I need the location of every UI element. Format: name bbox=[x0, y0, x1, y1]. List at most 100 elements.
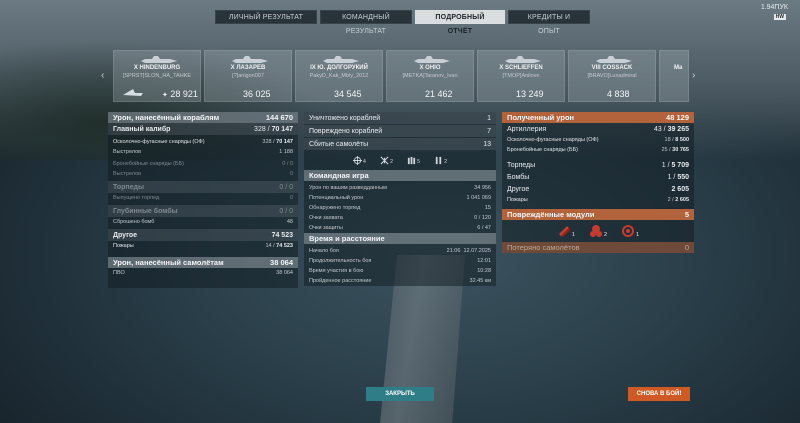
row-value-damage: 2 605 bbox=[675, 197, 689, 203]
ap-shots-row: Выстрелов 0 bbox=[108, 169, 298, 179]
ship-damage: 4 838 bbox=[607, 89, 630, 99]
row-value: 1 bbox=[487, 114, 491, 122]
ship-card[interactable]: X OHIO [METKA]Taranov_Ivan 21 462 bbox=[386, 50, 474, 102]
row-value-hits: 328 bbox=[262, 139, 272, 145]
battle-duration-row: Продолжительность боя 12:01 bbox=[304, 256, 496, 266]
row-value: 38 064 bbox=[276, 270, 293, 276]
row-label: Глубинные бомбы bbox=[113, 207, 178, 215]
ship-damage-value: 28 921 bbox=[170, 89, 198, 99]
battle-start-row: Начало боя 21:06 12.07.2025 bbox=[304, 246, 496, 256]
row-value: 0 / 0 bbox=[282, 161, 293, 167]
bomber-group: 2 bbox=[380, 156, 393, 165]
ship-card[interactable]: X ЛАЗАРЕВ [?]anigon007 36 025 bbox=[204, 50, 292, 102]
damage-icon: ✦ bbox=[162, 92, 168, 99]
row-label: Урон по вашим разведданным bbox=[309, 185, 387, 191]
ship-damage: 36 025 bbox=[243, 89, 271, 99]
tab-team-result[interactable]: КОМАНДНЫЙ РЕЗУЛЬТАТ bbox=[320, 10, 412, 35]
bomber-icon bbox=[380, 156, 389, 164]
row-label: Время участия в бою bbox=[309, 268, 364, 274]
row-value: 10:28 bbox=[477, 268, 491, 274]
ship-player: [BRAVO]Lunadmiral bbox=[587, 73, 637, 79]
row-label: Выстрелов bbox=[113, 171, 142, 177]
row-label: Выстрелов bbox=[113, 149, 142, 155]
row-value: 34 956 bbox=[474, 185, 491, 191]
battle-again-button-label: СНОВА В БОЙ! bbox=[636, 391, 682, 397]
ship-silhouette-icon bbox=[505, 56, 541, 63]
fighter-group: 4 bbox=[352, 155, 366, 165]
turret-icon bbox=[589, 225, 602, 237]
row-label: Начало боя bbox=[309, 248, 339, 254]
row-value: 0 / 0 bbox=[279, 183, 293, 191]
row-label: Очки захвата bbox=[309, 215, 343, 221]
bombs-dropped-row: Сброшено бомб 48 bbox=[108, 217, 298, 227]
row-value-damage: 5 709 bbox=[671, 161, 689, 169]
row-label: Сброшено бомб bbox=[113, 219, 155, 225]
ship-silhouette-icon bbox=[414, 56, 450, 63]
row-label: Сбитые самолёты bbox=[309, 140, 369, 148]
ships-prev-arrow[interactable]: ‹ bbox=[101, 70, 104, 81]
defense-points-row: Очки защиты 6 / 47 bbox=[304, 223, 496, 233]
ship-damage-value: 13 249 bbox=[516, 89, 544, 99]
he-shots-row: Выстрелов 1 188 bbox=[108, 147, 298, 157]
row-value-damage: 70 147 bbox=[271, 125, 293, 133]
ship-card[interactable]: IX Ю. ДОЛГОРУКИЙ PakyD_Kak_Mbly_2012 34 … bbox=[295, 50, 383, 102]
row-label: Артиллерия bbox=[507, 125, 547, 133]
ships-next-arrow[interactable]: › bbox=[692, 70, 695, 81]
ship-player: [?]anigon007 bbox=[232, 73, 264, 79]
fighter-icon bbox=[352, 155, 362, 165]
artillery-row: Артиллерия 43 / 39 265 bbox=[507, 125, 689, 133]
steering-icon bbox=[622, 225, 635, 237]
row-value-damage: 30 765 bbox=[672, 147, 689, 153]
battle-again-button[interactable]: СНОВА В БОЙ! bbox=[628, 387, 690, 401]
row-value: 6 / 47 bbox=[477, 225, 491, 231]
row-label: Очки защиты bbox=[309, 225, 343, 231]
distance-row: Пройденное расстояние 32.45 км bbox=[304, 276, 496, 286]
row-value-damage: 70 147 bbox=[276, 139, 293, 145]
row-value: 1 188 bbox=[279, 149, 293, 155]
ship-card[interactable]: Ma bbox=[659, 50, 689, 102]
tab-detailed-report[interactable]: ПОДРОБНЫЙ ОТЧЁТ bbox=[415, 10, 505, 35]
row-label: ПВО bbox=[113, 270, 125, 276]
participation-row: Время участия в бою 10:28 bbox=[304, 266, 496, 276]
close-button-label: ЗАКРЫТЬ bbox=[385, 391, 415, 397]
combat-summary-panel: Уничтожено кораблей 1 Повреждено корабле… bbox=[304, 112, 496, 286]
row-label: Пожары bbox=[113, 243, 134, 249]
torpedoes-row: Торпеды 0 / 0 bbox=[108, 181, 298, 193]
depth-charges-row: Глубинные бомбы 0 / 0 bbox=[108, 205, 298, 217]
destroyed-row: Уничтожено кораблей 1 bbox=[304, 112, 496, 124]
other-damage-row: Другое 74 523 bbox=[108, 229, 298, 241]
bombs-received-row: Бомбы 1 / 550 bbox=[507, 173, 689, 181]
ship-name: X OHIO bbox=[419, 65, 441, 71]
attack-aircraft-group: 2 bbox=[434, 156, 447, 165]
tab-personal-result[interactable]: ЛИЧНЫЙ РЕЗУЛЬТАТ bbox=[215, 10, 317, 24]
row-value: 0 bbox=[289, 195, 293, 201]
other-received-row: Другое 2 605 bbox=[502, 183, 694, 195]
row-label: Осколочно-фугасные снаряды (ОФ) bbox=[507, 137, 599, 143]
tab-credits-xp[interactable]: КРЕДИТЫ И ОПЫТ bbox=[508, 10, 590, 35]
bomber-count: 2 bbox=[389, 158, 393, 165]
ship-card[interactable]: X HINDENBURG [SPRST]SLON_HA_TAHKE ✦ 28 9… bbox=[113, 50, 201, 102]
row-label: Торпеды bbox=[113, 183, 144, 191]
ship-class-icon bbox=[123, 89, 143, 96]
ship-card[interactable]: X SCHLIEFFEN [TMOP]Anilove 13 249 bbox=[477, 50, 565, 102]
header-label: Время и расстояние bbox=[309, 234, 385, 243]
ship-card[interactable]: VIII COSSACK [BRAVO]Lunadmiral 4 838 bbox=[568, 50, 656, 102]
row-value: 13 bbox=[483, 140, 491, 148]
attack-aircraft-count: 2 bbox=[444, 158, 448, 165]
row-value-hits: 25 bbox=[661, 147, 668, 153]
ship-name: VIII COSSACK bbox=[591, 65, 633, 71]
ship-damage-header: Урон, нанесённый кораблям 144 670 bbox=[108, 112, 298, 123]
damage-received-panel: Полученный урон 48 129 Артиллерия 43 / 3… bbox=[502, 112, 694, 253]
aa-row: ПВО 38 064 bbox=[108, 268, 298, 278]
tab-label: КОМАНДНЫЙ РЕЗУЛЬТАТ bbox=[342, 14, 390, 35]
row-value: 0 bbox=[289, 171, 293, 177]
close-button[interactable]: ЗАКРЫТЬ bbox=[366, 387, 434, 401]
turret-count: 2 bbox=[603, 232, 608, 238]
aircraft-damage-header: Урон, нанесённый самолётам 38 064 bbox=[108, 257, 298, 268]
row-label: Обнаружено торпед bbox=[309, 205, 361, 211]
planes-shot-row: Сбитые самолёты 13 bbox=[304, 138, 496, 150]
header-value: 38 064 bbox=[270, 258, 293, 267]
row-value-damage: 39 265 bbox=[667, 125, 689, 133]
row-label: Выпущено торпед bbox=[113, 195, 160, 201]
potential-damage-row: Потенциальный урон 1 041 069 bbox=[304, 193, 496, 203]
